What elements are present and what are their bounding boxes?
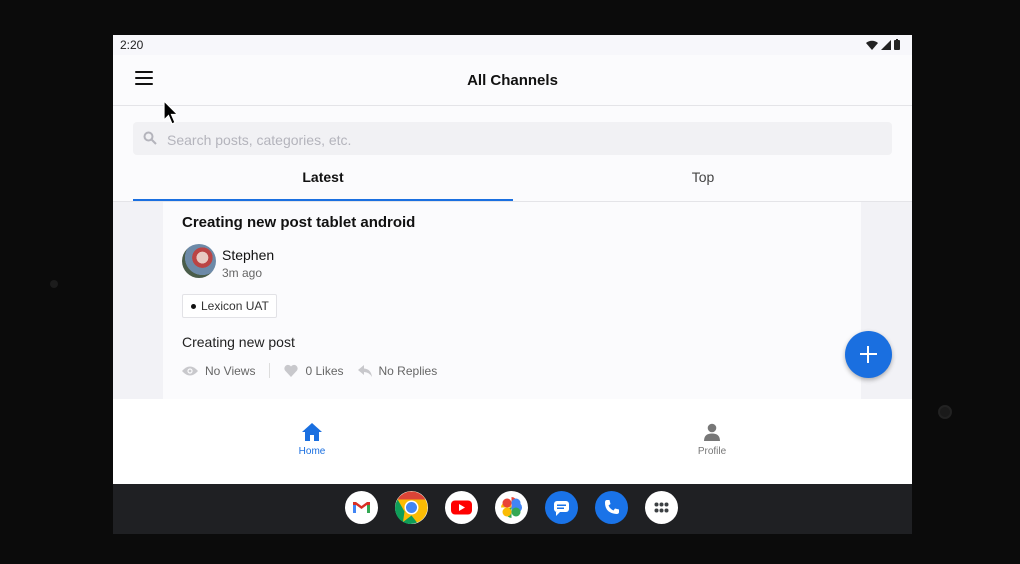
post-body: Creating new post [182,334,295,350]
post-title[interactable]: Creating new post tablet android [182,214,415,231]
app-bar: All Channels [113,55,912,106]
mouse-cursor-icon [163,100,179,125]
battery-icon [894,39,900,50]
nav-profile[interactable]: Profile [672,423,752,457]
home-icon [302,423,322,441]
reply-icon[interactable] [357,364,372,377]
views-count: No Views [205,363,256,378]
wifi-icon [866,40,878,50]
nav-home[interactable]: Home [272,423,352,457]
stats-divider [269,363,271,378]
taskbar [113,484,912,534]
person-icon [704,423,720,441]
tab-bar: Latest Top [113,162,912,202]
views-stat: No Views [182,364,255,378]
avatar[interactable] [182,244,216,278]
tab-latest[interactable]: Latest [133,162,513,201]
category-tag[interactable]: Lexicon UAT [182,294,277,318]
messages-icon[interactable] [545,491,578,524]
device-screen: 2:20 All Channels Latest Top Creating ne… [113,35,912,534]
search-input[interactable] [165,122,869,157]
signal-icon [881,39,891,50]
likes-count: 0 Likes [305,363,344,378]
eye-icon [182,366,198,375]
status-bar: 2:20 [113,35,912,55]
page-title: All Channels [467,72,558,89]
app-dock [345,491,678,524]
post-list: Creating new post tablet android Stephen… [113,202,912,399]
likes-stat[interactable]: 0 Likes [284,363,344,378]
post-author[interactable]: Stephen [222,247,274,263]
tab-top[interactable]: Top [513,162,893,201]
replies-count: No Replies [378,363,438,378]
category-tag-label: Lexicon UAT [201,299,269,313]
youtube-icon[interactable] [445,491,478,524]
post-card[interactable]: Creating new post tablet android Stephen… [163,202,861,399]
nav-profile-label: Profile [697,446,727,457]
tag-dot-icon [191,304,196,310]
bottom-navigation: Home Profile [113,399,912,484]
post-time: 3m ago [222,266,263,280]
photos-icon[interactable] [495,491,528,524]
search-icon [143,131,157,145]
gmail-icon[interactable] [345,491,378,524]
post-stats: No Views 0 Likes No Replies [182,363,437,378]
chrome-icon[interactable] [395,491,428,524]
heart-icon[interactable] [284,364,299,377]
search-bar[interactable] [133,122,892,157]
status-time: 2:20 [120,38,144,52]
phone-icon[interactable] [595,491,628,524]
search-section [113,106,912,162]
sensor-dot [938,405,952,419]
status-icons [866,39,900,50]
nav-home-label: Home [298,446,326,457]
plus-icon-vertical [867,346,869,363]
new-post-button[interactable] [845,331,892,378]
camera-dot [50,280,58,288]
replies-stat[interactable]: No Replies [357,363,438,378]
app-drawer-icon[interactable] [645,491,678,524]
